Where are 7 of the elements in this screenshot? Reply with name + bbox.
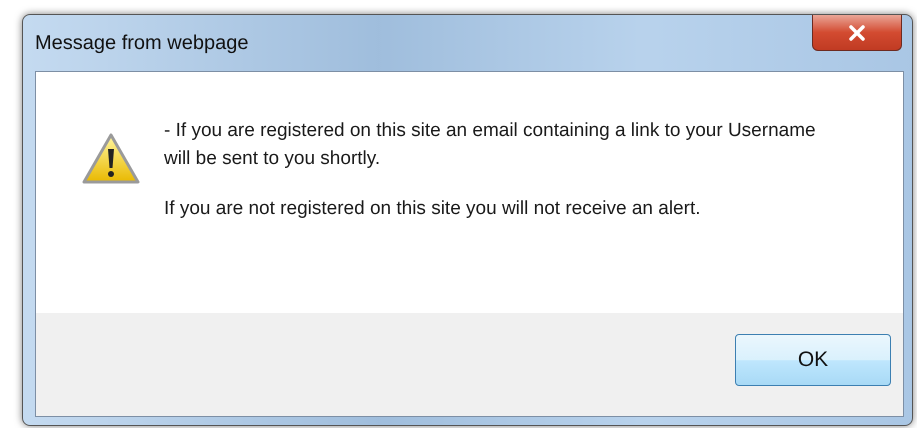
warning-icon (82, 133, 140, 185)
close-button[interactable] (812, 15, 902, 51)
message-text: - If you are registered on this site an email containing a link to your Username will be sent to you shortly. (164, 119, 817, 171)
close-icon (848, 24, 866, 40)
window-title: Message from webpage (35, 32, 248, 55)
ok-button[interactable]: OK (735, 334, 891, 386)
message-text: If you are not registered on this site you will not receive an alert. (164, 197, 702, 221)
